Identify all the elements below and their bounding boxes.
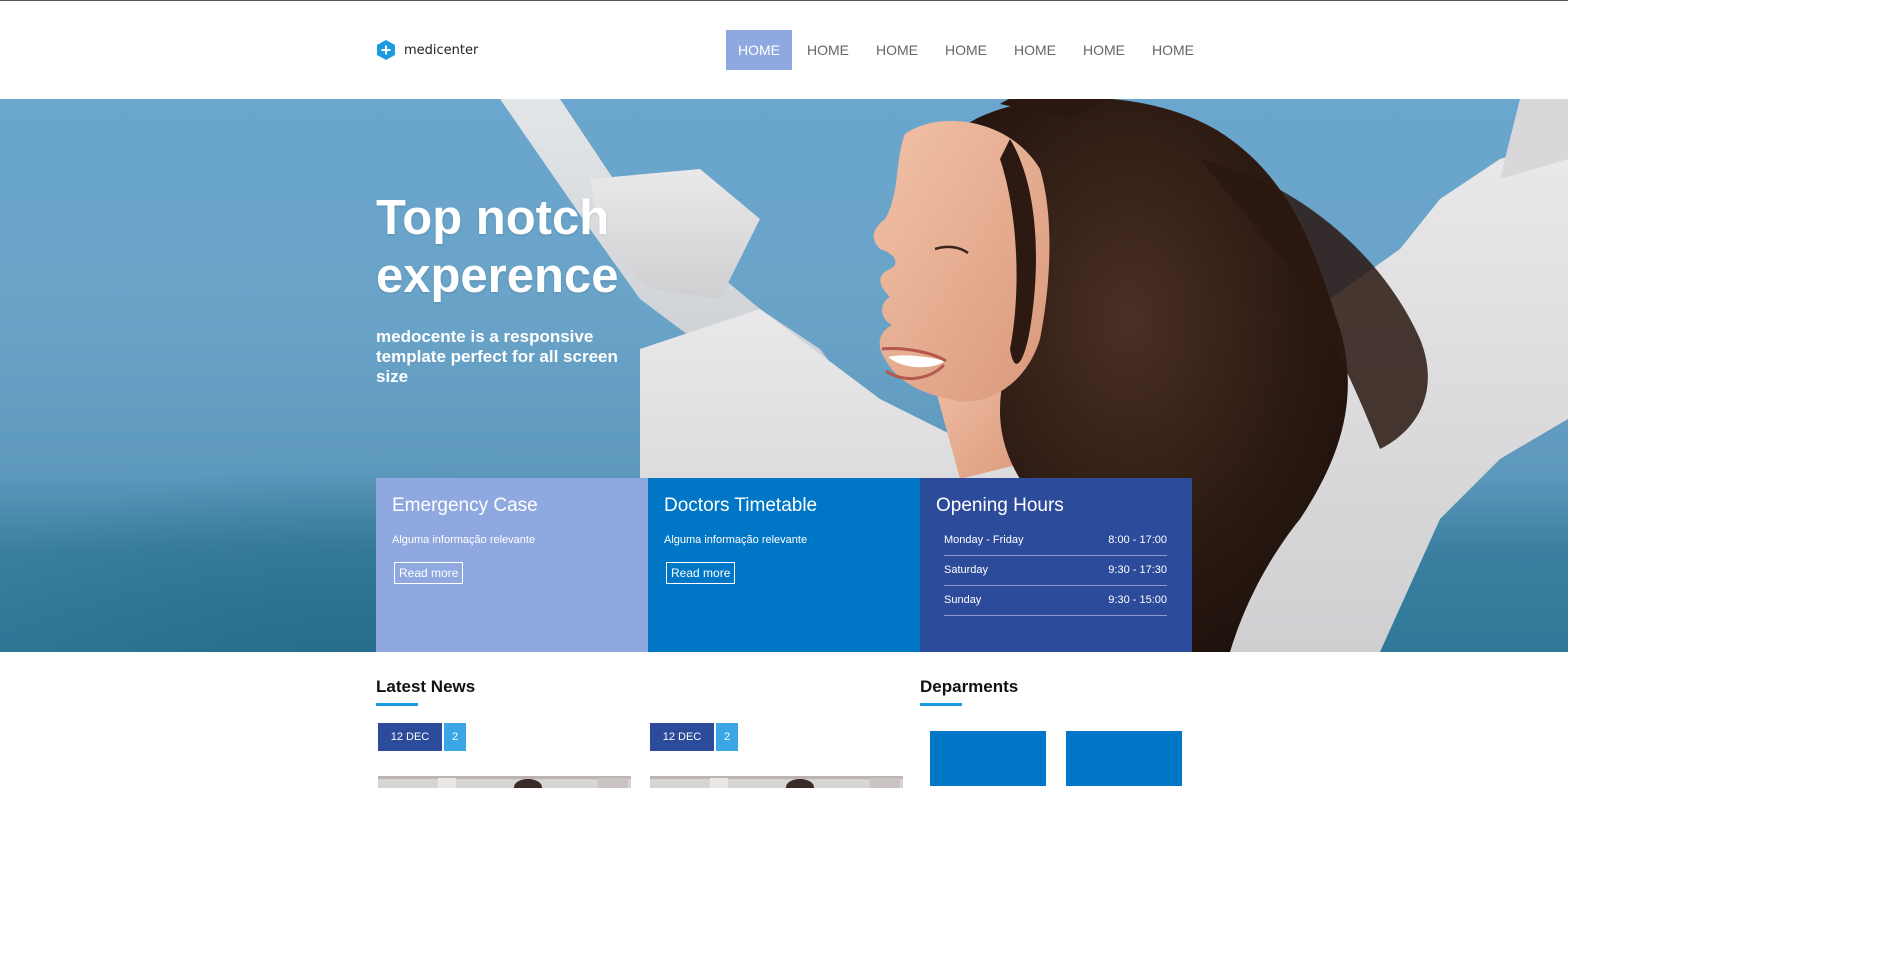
departments-heading: Deparments [920,677,1019,696]
hours-time: 8:00 - 17:00 [1108,534,1167,546]
news-item-1-tag: 12 DEC 12 2 [378,723,466,771]
timetable-read-more-button[interactable]: Read more [666,562,736,584]
hours-row: Monday - Friday 8:00 - 17:00 [944,533,1167,556]
brand-name: medicenter [404,42,479,58]
hours-time: 9:30 - 17:30 [1108,564,1167,576]
hero-title: Top notch experence [376,191,619,303]
emergency-case-box: Emergency Case Alguma informação relevan… [376,478,648,652]
hours-day: Monday - Friday [944,534,1024,546]
hours-row: Saturday 9:30 - 17:30 [944,556,1167,586]
main-nav: HOME HOME HOME HOME HOME HOME HOME [726,30,1209,70]
info-boxes: Emergency Case Alguma informação relevan… [376,478,1192,652]
opening-hours-box: Opening Hours Monday - Friday 8:00 - 17:… [920,478,1192,652]
hours-day: Sunday [944,594,982,606]
site-header: medicenter HOME HOME HOME HOME HOME HOME… [0,1,1568,99]
news-item-1-image[interactable] [378,776,631,788]
doctors-timetable-text: Alguma informação relevante [664,534,808,546]
nav-item-home-1[interactable]: HOME [726,30,792,70]
hours-day: Saturday [944,564,989,576]
department-tile[interactable] [930,731,1046,786]
news-comment-count[interactable]: 2 [444,723,466,751]
emergency-read-more-button[interactable]: Read more [394,562,464,584]
department-tile[interactable] [1066,731,1182,786]
emergency-case-text: Alguma informação relevante [392,534,536,546]
doctors-timetable-box: Doctors Timetable Alguma informação rele… [648,478,920,652]
doctors-timetable-title: Doctors Timetable [664,495,818,516]
news-item-2-tag: 12 DEC 12 2 [650,723,738,771]
nav-item-home-2[interactable]: HOME [795,30,861,70]
nav-item-home-6[interactable]: HOME [1071,30,1137,70]
news-date-badge: 12 DEC 12 [378,723,442,771]
logo[interactable]: medicenter [376,39,478,61]
nav-item-home-4[interactable]: HOME [933,30,999,70]
nav-item-home-3[interactable]: HOME [864,30,930,70]
nav-item-home-5[interactable]: HOME [1002,30,1068,70]
latest-news-heading: Latest News [376,677,476,696]
emergency-case-title: Emergency Case [392,495,538,516]
hexagon-plus-icon [377,40,395,60]
departments-underline [920,703,962,706]
news-date-badge: 12 DEC 12 [650,723,714,771]
news-item-2-image[interactable] [650,776,903,788]
news-comment-count[interactable]: 2 [716,723,738,751]
hours-time: 9:30 - 15:00 [1108,594,1167,606]
opening-hours-list: Monday - Friday 8:00 - 17:00 Saturday 9:… [944,533,1167,616]
opening-hours-title: Opening Hours [936,495,1064,516]
latest-news-underline [376,703,418,706]
nav-item-home-7[interactable]: HOME [1140,30,1206,70]
hero-subtitle: medocente is a responsive template perfe… [376,327,618,386]
hours-row: Sunday 9:30 - 15:00 [944,586,1167,616]
